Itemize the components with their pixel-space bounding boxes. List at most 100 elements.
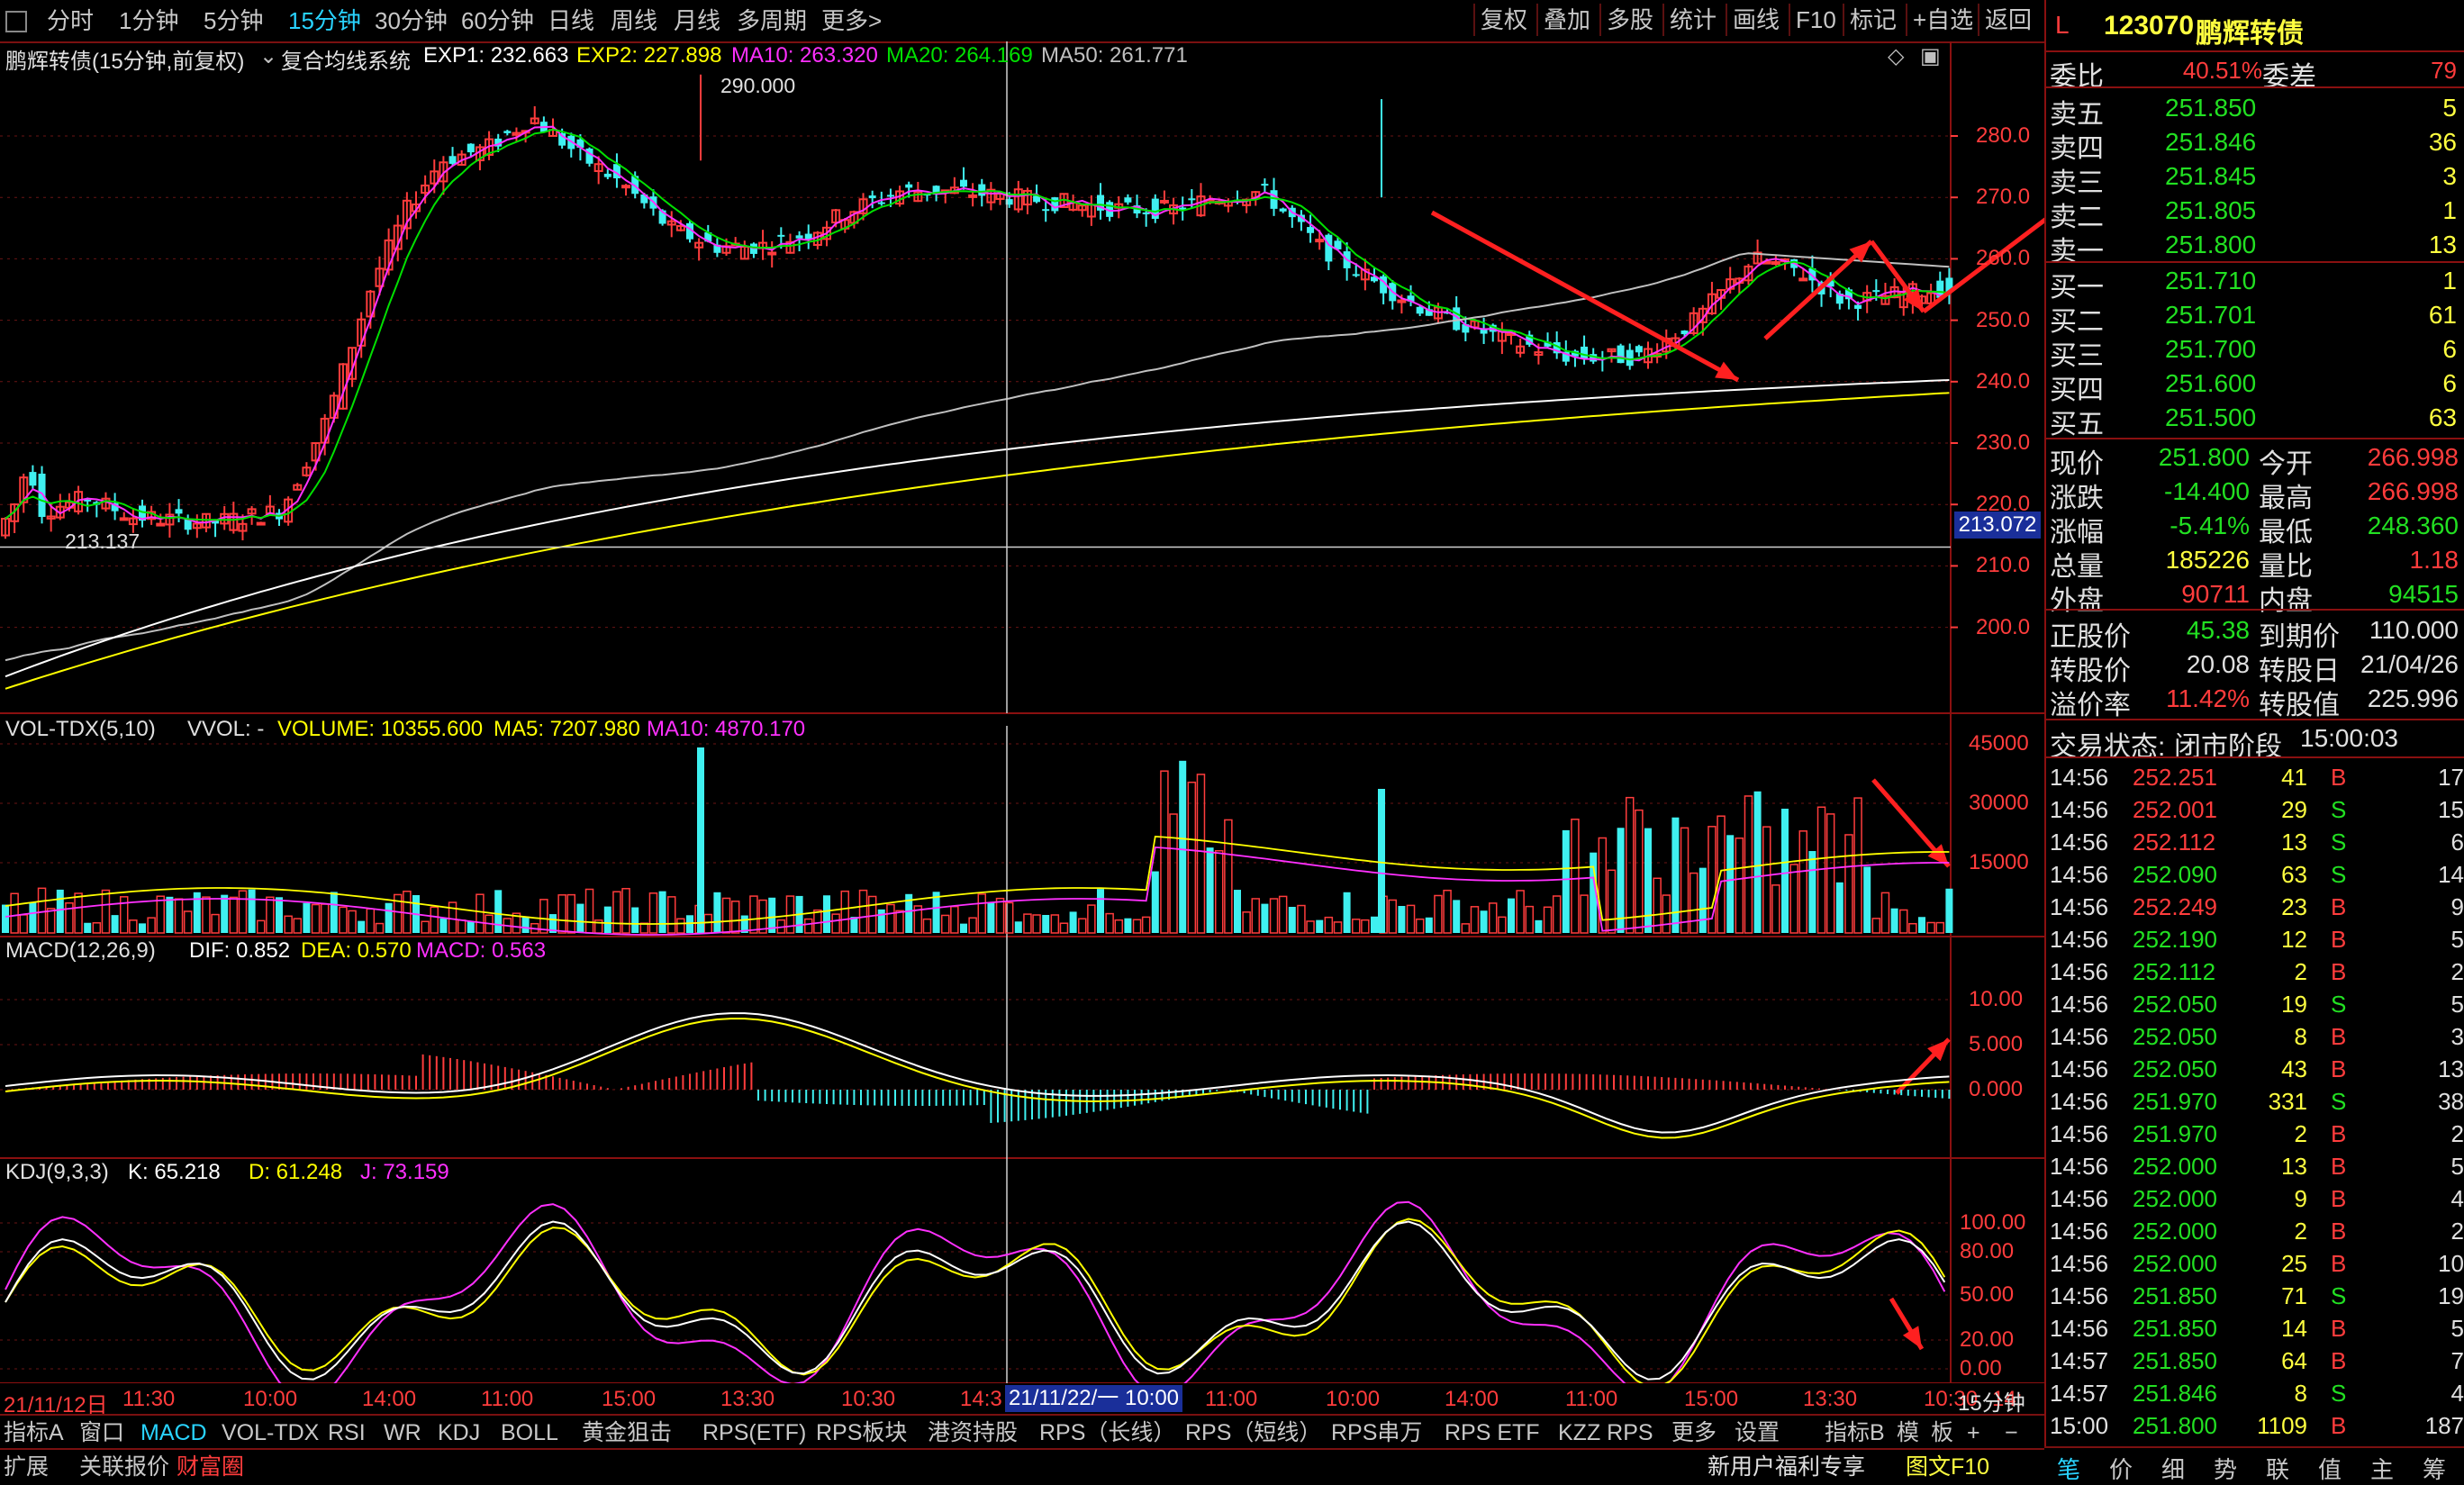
- toolbar-button[interactable]: 返回: [1978, 4, 2037, 36]
- indicator-tab[interactable]: VOL-TDX: [222, 1419, 319, 1446]
- period-tab[interactable]: 1分钟: [119, 5, 178, 36]
- volume-bar: [1151, 871, 1159, 933]
- indicator-tab[interactable]: 设置: [1735, 1419, 1780, 1446]
- order-book-row[interactable]: 买四 251.600 6: [2046, 366, 2464, 405]
- indicator-right-button[interactable]: 板: [1931, 1419, 1953, 1446]
- period-tab[interactable]: 分时: [47, 5, 94, 36]
- period-toolbar: 分时 1分钟 5分钟 15分钟 30分钟 60分钟 日线 周线 月线 多周期 更多> 复权 叠加 多股统…: [0, 0, 2044, 43]
- indicator-tab[interactable]: KDJ: [438, 1419, 480, 1446]
- promo-link[interactable]: 新用户福利专享: [1708, 1453, 1865, 1480]
- legend-dif: DIF: 0.852: [189, 938, 291, 963]
- volume-bar: [421, 920, 430, 934]
- order-book-row[interactable]: 买一 251.710 1: [2046, 263, 2464, 303]
- indicator-tab[interactable]: RPS(ETF): [702, 1419, 806, 1446]
- right-tab[interactable]: 细: [2161, 1452, 2185, 1485]
- toolbar-button[interactable]: 统计: [1662, 4, 1722, 36]
- volume-bar: [1908, 922, 1917, 934]
- order-book-row[interactable]: 卖五 251.850 5: [2046, 90, 2464, 130]
- toolbar-button[interactable]: F10: [1789, 4, 1842, 36]
- bottom-tab[interactable]: 扩展: [4, 1453, 49, 1480]
- indicator-right-button[interactable]: 模: [1897, 1419, 1919, 1446]
- tick-row: 14:56 252.090 63 S 14: [2046, 857, 2464, 890]
- indicator-tab[interactable]: WR: [384, 1419, 421, 1446]
- toolbar-button[interactable]: 画线: [1726, 4, 1785, 36]
- stat-value: 20.08: [2186, 650, 2250, 678]
- right-tab[interactable]: 联: [2266, 1452, 2289, 1485]
- volume-bar: [603, 906, 611, 933]
- price-tick: 200.0: [1976, 614, 2031, 639]
- right-tab[interactable]: 值: [2318, 1452, 2342, 1485]
- order-book-row[interactable]: 卖三 251.845 3: [2046, 158, 2464, 198]
- volume-bar: [1525, 905, 1535, 934]
- high-price-mark: 290.000: [720, 74, 796, 97]
- stat-value: 248.360: [2367, 512, 2459, 539]
- time-tick: 11:00: [1565, 1387, 1618, 1411]
- indicator-tab[interactable]: KZZ RPS: [1558, 1419, 1653, 1446]
- period-tab[interactable]: 30分钟: [375, 5, 448, 36]
- indicator-tab[interactable]: RPS（短线）: [1185, 1419, 1321, 1446]
- toolbar-button[interactable]: 多股: [1599, 4, 1659, 36]
- toolbar-button[interactable]: +自选: [1906, 4, 1979, 36]
- indicator-tab[interactable]: BOLL: [501, 1419, 558, 1446]
- period-tab[interactable]: 多周期: [737, 5, 807, 36]
- indicator-right-button[interactable]: 指标B: [1825, 1419, 1885, 1446]
- period-tab[interactable]: 5分钟: [204, 5, 263, 36]
- tick-side: S: [2331, 1380, 2347, 1407]
- chevron-down-icon[interactable]: ⌄: [259, 43, 277, 69]
- bottom-tab[interactable]: 财富圈: [177, 1453, 244, 1480]
- period-tab[interactable]: 15分钟: [288, 5, 361, 36]
- order-book-row[interactable]: 买二 251.701 61: [2046, 297, 2464, 337]
- indicator-tab[interactable]: 更多: [1671, 1419, 1717, 1446]
- indicator-tab[interactable]: RPS串万: [1331, 1419, 1422, 1446]
- volume-bar: [1680, 827, 1689, 934]
- right-tab[interactable]: 势: [2214, 1452, 2237, 1485]
- volume-bar: [448, 901, 457, 934]
- right-tab[interactable]: 价: [2109, 1452, 2133, 1485]
- tick-side: B: [2331, 1315, 2347, 1342]
- tick-count: 9: [2450, 893, 2464, 920]
- main-indicator-name[interactable]: 复合均线系统: [281, 43, 411, 75]
- right-tab[interactable]: 笔: [2057, 1452, 2080, 1485]
- tick-row: 14:56 251.970 331 S 38: [2046, 1084, 2464, 1117]
- period-tab[interactable]: 更多>: [821, 5, 882, 36]
- indicator-tab[interactable]: 窗口: [79, 1419, 124, 1446]
- kline-chart-area[interactable]: 鹏辉转债(15分钟,前复权) ⌄ 复合均线系统 EXP1: 232.663 EX…: [0, 41, 2044, 1417]
- volume-bar: [1179, 760, 1187, 933]
- indicator-right-button[interactable]: +: [1967, 1419, 1980, 1446]
- toolbar-button[interactable]: 标记: [1843, 4, 1902, 36]
- volume-bar: [1114, 919, 1124, 934]
- bond-name[interactable]: 鹏辉转债: [2196, 11, 2304, 50]
- order-book-row[interactable]: 卖二 251.805 1: [2046, 193, 2464, 232]
- bottom-tab[interactable]: 关联报价: [79, 1453, 169, 1480]
- right-tab[interactable]: 主: [2370, 1452, 2394, 1485]
- indicator-tab[interactable]: RSI: [328, 1419, 366, 1446]
- indicator-right-button[interactable]: −: [2005, 1419, 2018, 1446]
- indicator-tab[interactable]: 指标A: [4, 1419, 64, 1446]
- indicator-tab[interactable]: 港资持股: [928, 1419, 1018, 1446]
- volume-bar: [1689, 872, 1699, 934]
- order-book-row[interactable]: 买五 251.500 63: [2046, 400, 2464, 439]
- order-book-row[interactable]: 买三 251.700 6: [2046, 331, 2464, 371]
- period-label[interactable]: 15分钟: [1958, 1385, 2025, 1417]
- window-toggle-icon[interactable]: ▣: [1920, 43, 1941, 69]
- order-book-row[interactable]: 卖一 251.800 13: [2046, 227, 2464, 267]
- toolbar-button[interactable]: 复权: [1473, 4, 1533, 36]
- diamond-icon[interactable]: ◇: [1888, 43, 1904, 69]
- order-book-row[interactable]: 卖四 251.846 36: [2046, 124, 2464, 164]
- volume-bar: [1516, 890, 1525, 934]
- indicator-tab[interactable]: RPS板块: [816, 1419, 907, 1446]
- indicator-tab[interactable]: RPS ETF: [1445, 1419, 1540, 1446]
- window-menu-icon[interactable]: [5, 11, 27, 32]
- period-tab[interactable]: 月线: [674, 5, 720, 36]
- period-tab[interactable]: 60分钟: [461, 5, 534, 36]
- indicator-tab[interactable]: RPS（长线）: [1039, 1419, 1175, 1446]
- period-tab[interactable]: 日线: [548, 5, 594, 36]
- period-tab[interactable]: 周线: [611, 5, 657, 36]
- volume-bar: [1844, 834, 1853, 934]
- indicator-tab[interactable]: MACD: [140, 1419, 207, 1446]
- right-tab[interactable]: 筹: [2423, 1452, 2446, 1485]
- indicator-tab[interactable]: 黄金狙击: [582, 1419, 672, 1446]
- f10-link[interactable]: 图文F10: [1906, 1453, 1989, 1480]
- toolbar-button[interactable]: 叠加: [1536, 4, 1596, 36]
- volume-bar: [494, 890, 503, 933]
